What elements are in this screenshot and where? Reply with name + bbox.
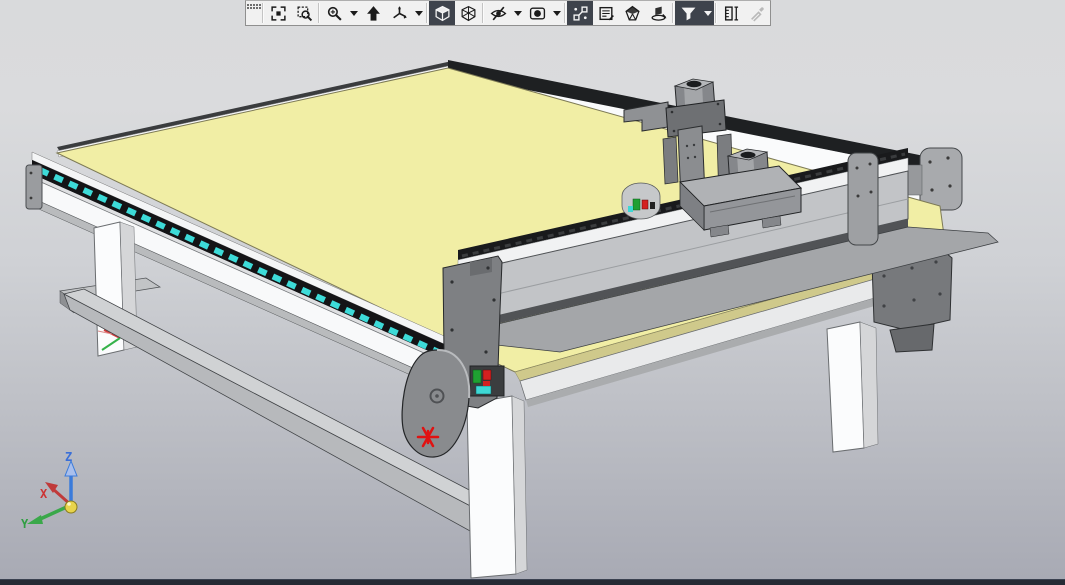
filter-dropdown-arrow[interactable] [701, 1, 714, 25]
heads-up-view-toolbar[interactable] [245, 0, 771, 26]
view-orientation-icon [392, 5, 407, 19]
view-sketch-relations-button[interactable] [567, 1, 593, 25]
drag-dots-icon [246, 4, 261, 9]
view-annotations-button[interactable] [593, 1, 619, 25]
edit-appearance-dropdown-arrow[interactable] [550, 1, 563, 25]
filter-funnel-icon [681, 7, 695, 20]
hide-show-items-button[interactable] [485, 1, 511, 25]
magnifier-icon [327, 6, 342, 21]
appearance-ball-icon [529, 6, 545, 20]
view-sketch-relations-selected [567, 1, 593, 25]
cam-wheel[interactable] [401, 349, 470, 458]
filter-graphics-button[interactable] [675, 1, 701, 25]
shaded-cube-icon [434, 5, 450, 21]
measure-icon [724, 5, 738, 21]
zoom-to-area-button[interactable] [291, 1, 317, 25]
previous-view-button[interactable] [360, 1, 386, 25]
previous-view-icon [366, 5, 380, 21]
eye-slash-icon [490, 6, 506, 20]
view-orientation-button[interactable] [386, 1, 412, 25]
right-leg[interactable] [826, 321, 879, 453]
filter-graphics-selected [675, 1, 714, 25]
view-orientation-dropdown-arrow[interactable] [412, 1, 425, 25]
view-triad[interactable]: X Y Z [21, 450, 78, 531]
wireframe-cube-icon [461, 5, 475, 21]
front-leg[interactable] [466, 395, 528, 579]
display-style-shaded-selected [429, 1, 455, 25]
gantry-end-bracket[interactable] [847, 152, 879, 246]
zoom-in-out-button[interactable] [321, 1, 347, 25]
window-bottom-edge [0, 579, 1065, 585]
display-style-shaded-button[interactable] [429, 1, 455, 25]
scene-icon [650, 6, 666, 21]
model-viewport[interactable]: X Y Z [0, 0, 1065, 585]
realview-graphics-button[interactable] [619, 1, 645, 25]
axis-label-z: Z [65, 450, 72, 464]
zoom-dropdown-arrow[interactable] [347, 1, 360, 25]
zoom-to-fit-icon [270, 5, 286, 21]
edit-appearance-button[interactable] [524, 1, 550, 25]
color-picker-button[interactable] [744, 1, 770, 25]
axis-label-x: X [40, 487, 48, 501]
zoom-to-fit-button[interactable] [265, 1, 291, 25]
axis-label-y: Y [21, 517, 29, 531]
eyedropper-icon [750, 6, 764, 22]
display-style-wireframe-button[interactable] [455, 1, 481, 25]
carriage-bearing[interactable] [621, 182, 661, 220]
realview-gem-icon [624, 5, 640, 21]
hide-show-dropdown-arrow[interactable] [511, 1, 524, 25]
sketch-relations-icon [572, 5, 588, 21]
measure-tool-button[interactable] [718, 1, 744, 25]
apply-scene-button[interactable] [645, 1, 671, 25]
annotations-icon [598, 6, 614, 20]
zoom-to-area-icon [296, 5, 312, 21]
graphics-area[interactable]: X Y Z [0, 0, 1065, 585]
toolbar-drag-handle[interactable] [246, 1, 261, 25]
